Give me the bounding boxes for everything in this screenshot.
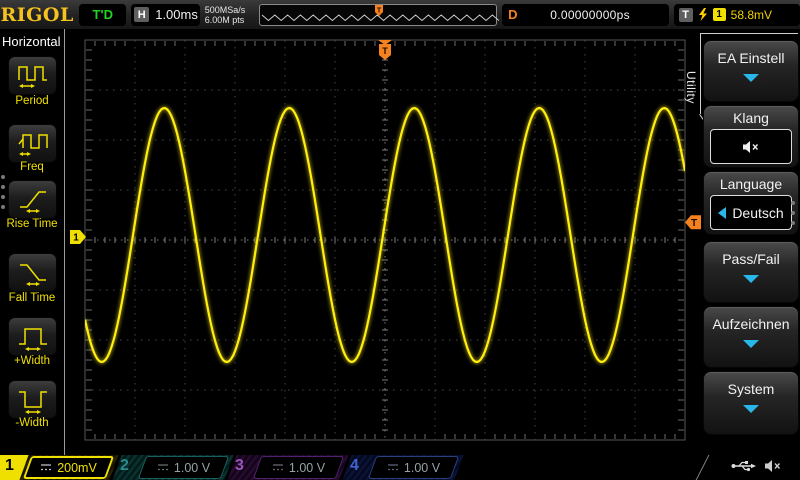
channel-status-bar: 1 200mV 2 1.00 V 3 1.00 V 4 1.00 V (0, 455, 800, 480)
menu-button-system[interactable]: System (703, 371, 799, 435)
menu-button-language[interactable]: Language Deutsch (703, 171, 799, 235)
trigger-readout-box[interactable]: T 1 58.8mV (673, 3, 800, 26)
trigger-status-badge: T'D (79, 3, 127, 26)
trigger-level-marker[interactable]: T (685, 215, 701, 230)
svg-text:T: T (691, 218, 697, 229)
ch1-waveform (85, 105, 685, 365)
menu-button-klang[interactable]: Klang (703, 105, 799, 168)
trigger-position-marker[interactable]: T (378, 40, 392, 60)
dc-coupling-icon (272, 464, 283, 471)
chevron-down-icon (743, 340, 759, 348)
menu-label: Aufzeichnen (712, 316, 790, 332)
menu-label: EA Einstell (717, 50, 785, 66)
acquisition-info: 500MSa/s 6.00M pts (205, 5, 255, 25)
dc-coupling-icon (157, 464, 168, 471)
channel-3-indicator[interactable]: 3 1.00 V (227, 455, 349, 480)
channel-2-indicator[interactable]: 2 1.00 V (112, 455, 234, 480)
display-area: Horizontal Period Freq Rise Time Fall Ti… (0, 29, 800, 455)
system-status-icons (731, 459, 782, 473)
menu-tab-border (700, 33, 701, 114)
menu-label: Pass/Fail (722, 251, 780, 267)
top-status-bar: RIGOL T'D H 1.00ms 500MSa/s 6.00M pts T … (0, 0, 800, 29)
rising-edge-icon (698, 7, 707, 21)
trigger-status-text: T'D (92, 7, 113, 22)
menu-label: Klang (733, 110, 769, 126)
waveform-display: T 1 T (70, 39, 701, 441)
menu-label: Language (719, 176, 783, 192)
right-menu-page-dots (791, 195, 796, 231)
status-divider (695, 455, 710, 480)
memory-depth: 6.00M pts (204, 14, 245, 25)
speaker-muted-icon (743, 140, 759, 153)
delay-readout-box[interactable]: D 0.00000000ps (502, 3, 669, 26)
chevron-down-icon (743, 405, 759, 413)
channel-1-scale: 200mV (57, 460, 97, 475)
menu-label: System (727, 381, 775, 397)
channel-2-number: 2 (120, 457, 129, 474)
menu-tab-border-top (700, 33, 798, 34)
chevron-left-icon (718, 206, 727, 219)
svg-text:T: T (382, 46, 388, 56)
channel-1-number: 1 (5, 457, 14, 474)
channel-2-scale: 1.00 V (173, 460, 211, 475)
menu-button-pass-fail[interactable]: Pass/Fail (703, 241, 799, 303)
horizontal-scale-value: 1.00ms (155, 7, 198, 22)
rigol-logo: RIGOL (0, 3, 74, 26)
h-label-chip: H (134, 7, 150, 22)
chevron-down-icon (743, 74, 759, 82)
trigger-label-chip: T (678, 7, 693, 22)
language-value: Deutsch (732, 204, 784, 221)
channel-2-scale-box[interactable]: 1.00 V (137, 456, 230, 479)
dc-coupling-icon (41, 464, 52, 471)
oscilloscope-screen: { "top_bar": { "logo": "RIGOL", "trigger… (0, 0, 800, 480)
menu-button-ea-einstell[interactable]: EA Einstell (703, 40, 799, 102)
svg-text:1: 1 (73, 233, 79, 244)
sample-rate: 500MSa/s (204, 4, 246, 15)
dc-coupling-icon (387, 464, 398, 471)
channel-4-scale: 1.00 V (403, 460, 441, 475)
waveform-preview-bar[interactable]: T (258, 3, 499, 26)
channel-3-number: 3 (235, 457, 244, 474)
language-select[interactable]: Deutsch (710, 195, 792, 230)
delay-label: D (508, 7, 518, 22)
channel-3-scale-box[interactable]: 1.00 V (252, 456, 345, 479)
chevron-down-icon (743, 275, 759, 283)
channel-1-scale-box[interactable]: 200mV (22, 456, 115, 479)
speaker-muted-icon (765, 460, 781, 472)
channel-4-number: 4 (350, 457, 359, 474)
sound-toggle[interactable] (710, 129, 792, 164)
channel-1-ground-marker[interactable]: 1 (70, 230, 86, 244)
horizontal-scale-box[interactable]: H 1.00ms (131, 3, 200, 26)
channel-4-scale-box[interactable]: 1.00 V (367, 456, 460, 479)
svg-text:T: T (376, 7, 381, 14)
channel-1-indicator[interactable]: 1 200mV (0, 455, 119, 480)
trigger-level-value: 58.8mV (730, 7, 772, 22)
channel-4-indicator[interactable]: 4 1.00 V (342, 455, 464, 480)
utility-menu-tab: Utility (684, 70, 698, 104)
delay-value: 0.00000000ps (550, 7, 630, 22)
menu-button-aufzeichnen[interactable]: Aufzeichnen (703, 306, 799, 368)
usb-icon (731, 461, 756, 472)
preview-waveform: T (261, 4, 499, 21)
channel-3-scale: 1.00 V (288, 460, 326, 475)
trigger-source-chip: 1 (712, 8, 726, 21)
